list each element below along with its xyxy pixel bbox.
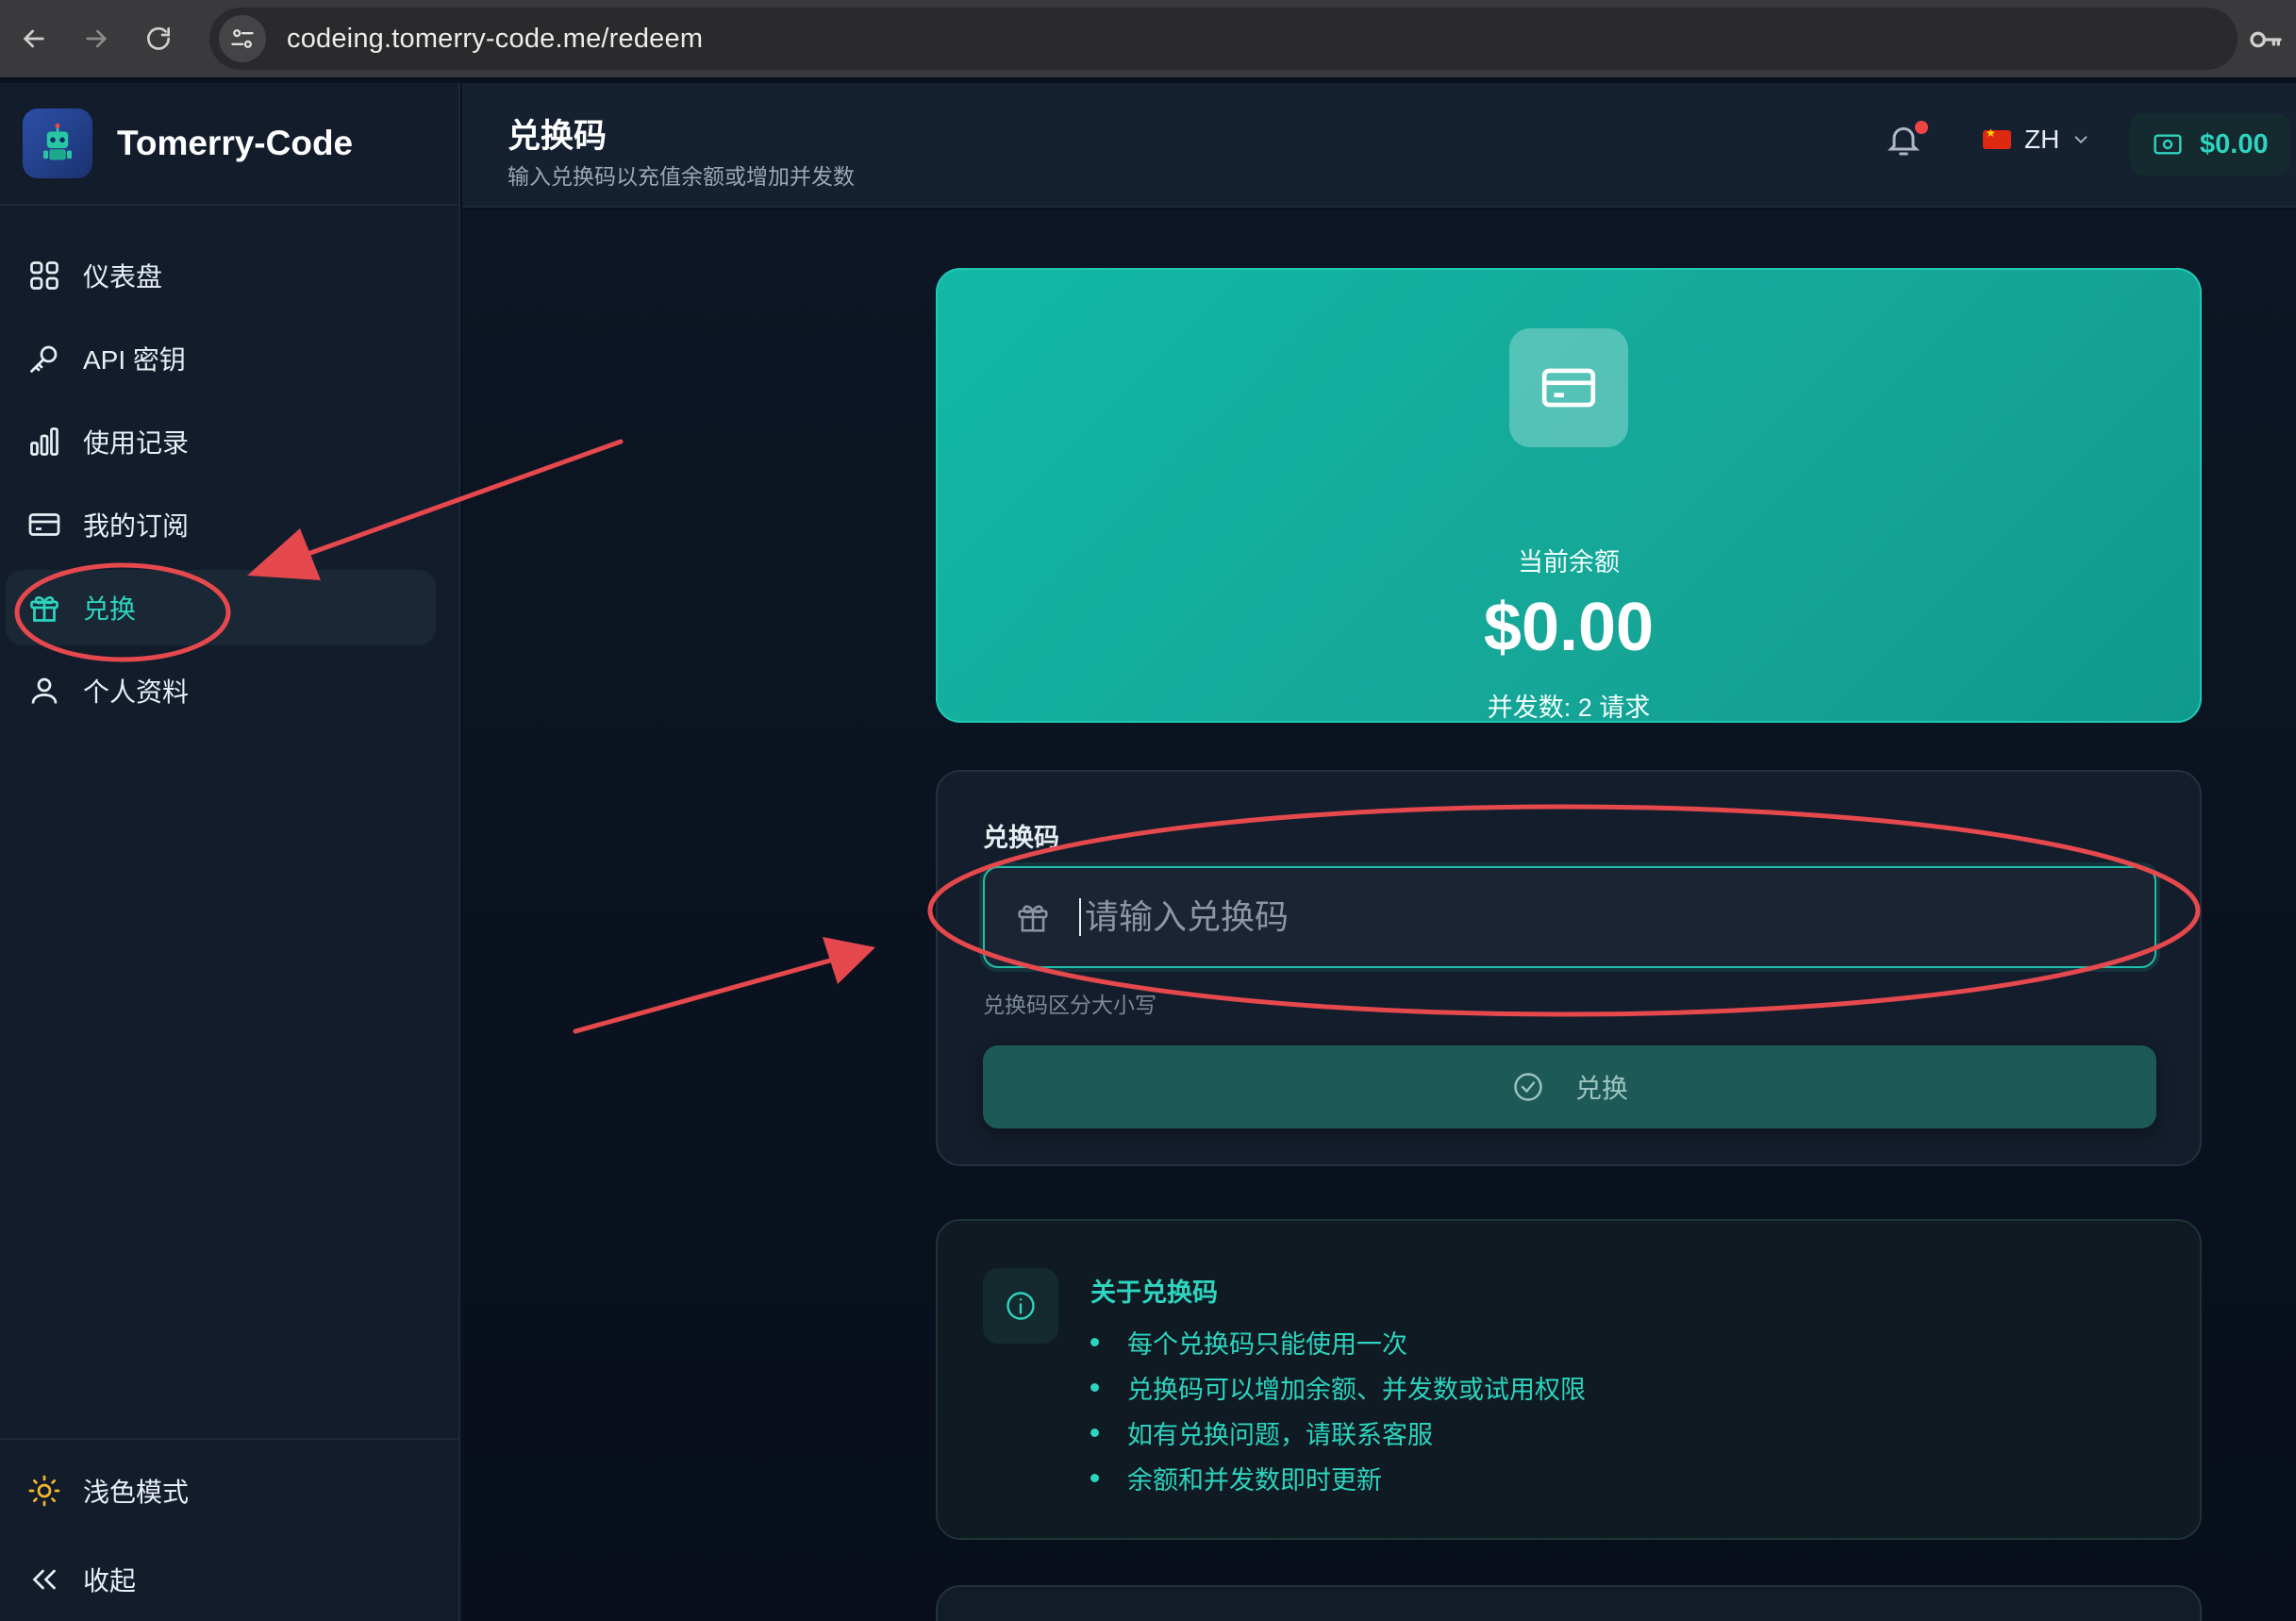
sidebar-item-label: 兑换 <box>83 594 137 624</box>
redeem-code-input[interactable] <box>1085 897 2122 937</box>
balance-card: 当前余额 $0.00 并发数: 2 请求 <box>936 268 2202 723</box>
redeem-button-label: 兑换 <box>1574 1074 1628 1103</box>
sun-icon <box>26 1473 62 1509</box>
sidebar-item-subscription[interactable]: 我的订阅 <box>6 487 436 562</box>
gift-icon <box>26 590 62 626</box>
brand-name: Tomerry-Code <box>117 124 354 162</box>
sidebar: Tomerry-Code 仪表盘 API 密钥 使用记录 我的订阅 兑换 个人资… <box>0 83 460 1621</box>
reload-button[interactable] <box>130 10 187 67</box>
sidebar-item-profile[interactable]: 个人资料 <box>6 653 436 728</box>
redeem-form-card: 兑换码 兑换码区分大小写 兑换 <box>936 770 2202 1166</box>
collapse-label: 收起 <box>83 1566 137 1596</box>
info-title: 关于兑换码 <box>1090 1278 1218 1307</box>
header-balance: $0.00 <box>2200 128 2269 159</box>
notification-dot <box>1915 121 1928 134</box>
text-caret <box>1079 898 1081 936</box>
page-title: 兑换码 <box>507 118 607 155</box>
sidebar-item-label: 使用记录 <box>83 428 190 458</box>
concurrency-text: 并发数: 2 请求 <box>1487 694 1651 722</box>
bar-chart-icon <box>26 424 62 460</box>
back-button[interactable] <box>6 10 62 67</box>
gift-icon <box>1018 905 1048 932</box>
grid-icon <box>26 258 62 293</box>
arrow-left-icon <box>23 29 44 48</box>
sidebar-item-label: 个人资料 <box>83 677 190 707</box>
partial-card <box>936 1585 2202 1621</box>
info-icon <box>983 1268 1058 1344</box>
info-card: 关于兑换码 每个兑换码只能使用一次 兑换码可以增加余额、并发数或试用权限 如有兑… <box>936 1219 2202 1540</box>
password-key-icon[interactable] <box>2247 21 2285 58</box>
page-header: 兑换码 输入兑换码以充值余额或增加并发数 ZH $0.00 <box>462 83 2296 208</box>
page-subtitle: 输入兑换码以充值余额或增加并发数 <box>507 164 855 189</box>
robot-logo-icon <box>23 109 92 178</box>
redeem-code-field[interactable] <box>983 866 2156 968</box>
chevron-down-icon <box>2074 136 2088 144</box>
arrow-right-icon <box>86 29 108 48</box>
user-icon <box>26 673 62 709</box>
redeem-code-hint: 兑换码区分大小写 <box>983 993 1156 1017</box>
theme-toggle-button[interactable]: 浅色模式 <box>6 1453 438 1529</box>
redeem-code-label: 兑换码 <box>983 824 1059 852</box>
chevrons-left-icon <box>26 1562 62 1597</box>
reload-icon <box>147 26 170 50</box>
sidebar-item-dashboard[interactable]: 仪表盘 <box>6 238 436 313</box>
sidebar-item-usage[interactable]: 使用记录 <box>6 404 436 479</box>
china-flag-icon <box>1983 126 2011 149</box>
header-balance-chip[interactable]: $0.00 <box>2130 113 2290 175</box>
main-content: 当前余额 $0.00 并发数: 2 请求 兑换码 兑换码区分大小写 兑换 关于兑… <box>462 209 2296 1621</box>
list-item: 如有兑换问题，请联系客服 <box>1090 1410 1586 1455</box>
language-selector[interactable]: ZH <box>1983 125 2091 155</box>
sidebar-item-redeem[interactable]: 兑换 <box>6 570 436 645</box>
balance-amount: $0.00 <box>1483 590 1655 665</box>
wallet-icon <box>2154 134 2182 155</box>
brand[interactable]: Tomerry-Code <box>0 83 458 206</box>
sidebar-footer: 浅色模式 收起 <box>0 1438 460 1617</box>
collapse-sidebar-button[interactable]: 收起 <box>6 1542 438 1617</box>
list-item: 每个兑换码只能使用一次 <box>1090 1319 1586 1364</box>
notifications-button[interactable] <box>1885 121 1932 168</box>
forward-button[interactable] <box>68 10 125 67</box>
list-item: 兑换码可以增加余额、并发数或试用权限 <box>1090 1364 1586 1410</box>
credit-card-icon <box>1509 328 1628 447</box>
info-list: 每个兑换码只能使用一次 兑换码可以增加余额、并发数或试用权限 如有兑换问题，请联… <box>1090 1319 1586 1500</box>
theme-toggle-label: 浅色模式 <box>83 1478 190 1507</box>
url-text[interactable]: codeing.tomerry-code.me/redeem <box>287 24 703 55</box>
browser-toolbar: codeing.tomerry-code.me/redeem <box>0 0 2296 77</box>
list-item: 余额和并发数即时更新 <box>1090 1455 1586 1500</box>
sidebar-item-label: 我的订阅 <box>83 511 190 541</box>
sidebar-item-api-keys[interactable]: API 密钥 <box>6 321 436 396</box>
sidebar-item-label: API 密钥 <box>83 345 186 375</box>
language-label: ZH <box>2024 125 2060 154</box>
sidebar-item-label: 仪表盘 <box>83 262 163 292</box>
sidebar-menu: 仪表盘 API 密钥 使用记录 我的订阅 兑换 个人资料 <box>0 206 458 728</box>
credit-card-icon <box>26 507 62 543</box>
check-circle-icon <box>1514 1073 1542 1101</box>
address-bar[interactable]: codeing.tomerry-code.me/redeem <box>209 8 2238 70</box>
balance-label: 当前余额 <box>1518 548 1620 577</box>
key-icon <box>26 341 62 376</box>
redeem-button[interactable]: 兑换 <box>983 1045 2156 1128</box>
site-settings-icon[interactable] <box>219 15 266 62</box>
